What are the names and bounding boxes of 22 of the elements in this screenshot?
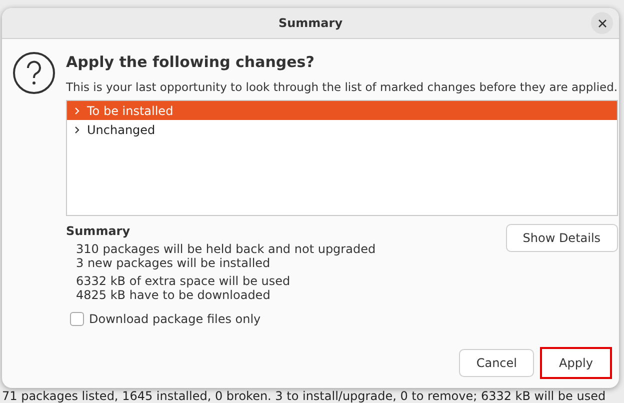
checkbox[interactable] [70,312,84,326]
status-bar-text: 71 packages listed, 1645 installed, 0 broken. 3 to install/upgrade, 0 to remove; 6332 kB will be used [2,389,606,403]
dialog-button[interactable]: Apply [540,347,612,379]
summary-title: Summary [66,224,132,238]
changes-label: Unchanged [87,122,156,136]
changes-row[interactable]: To be installed [67,101,617,120]
dialog-message: This is your last opportunity to look through the list of marked changes before they are applied. [66,80,618,94]
dialog-button[interactable]: Cancel [459,349,534,377]
show-details-button[interactable]: Show Details [506,224,618,252]
close-button[interactable] [591,12,613,34]
question-icon [12,51,56,95]
changes-row[interactable]: Unchanged [67,120,617,139]
changes-label: To be installed [87,104,174,118]
close-icon [598,18,606,28]
summary-line: 6332 kB of extra space will be used [76,274,292,288]
summary-line: 3 new packages will be installed [76,256,272,270]
expander-icon[interactable] [73,126,81,134]
summary-line: 310 packages will be held back and not upgraded [76,242,376,256]
checkbox-label: Download package files only [89,312,261,326]
dialog-heading: Apply the following changes? [66,53,316,71]
summary-line: 4825 kB have to be downloaded [76,288,272,302]
dialog-title: Summary [278,16,343,30]
